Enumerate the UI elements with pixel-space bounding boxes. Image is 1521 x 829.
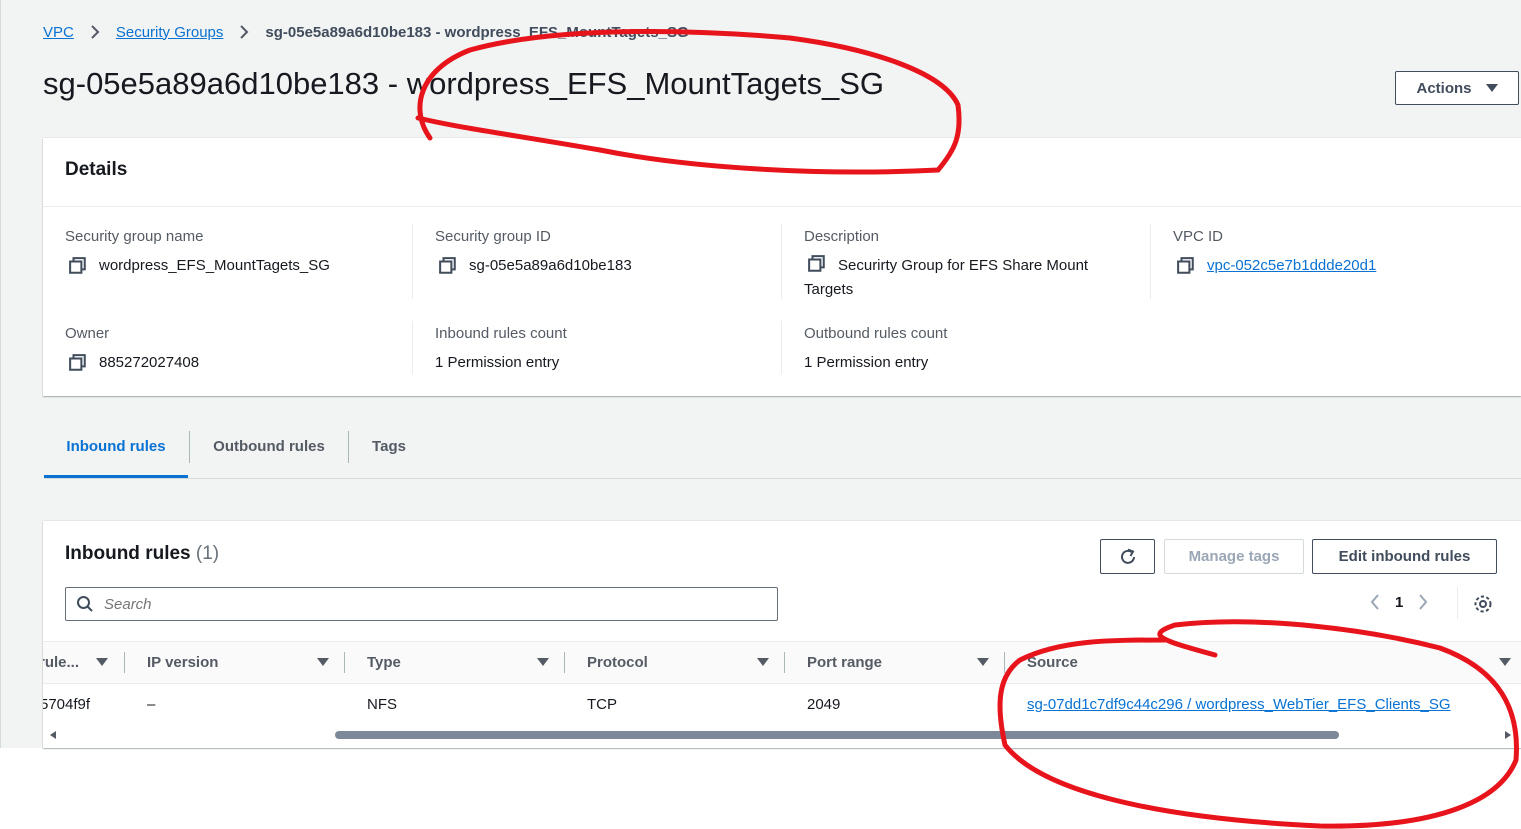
left-edge-divider [0,0,1,748]
description-label: Description [804,228,880,245]
sort-caret-icon[interactable] [537,658,549,666]
manage-tags-button[interactable]: Manage tags [1164,539,1304,574]
sort-caret-icon[interactable] [1499,658,1511,666]
cell-rule-id: 5704f9f [43,696,91,713]
table-row: 5704f9f – NFS TCP 2049 sg-07dd1c7df9c44c… [43,683,1521,727]
column-divider [781,224,782,299]
sort-caret-icon[interactable] [757,658,769,666]
breadcrumb-vpc-link[interactable]: VPC [43,24,74,41]
copy-icon[interactable] [69,257,87,275]
sg-name-value: wordpress_EFS_MountTagets_SG [99,257,330,274]
inbound-count-label: Inbound rules count [435,325,567,342]
sort-caret-icon[interactable] [317,658,329,666]
caret-down-icon [1485,84,1498,92]
scrollbar-thumb[interactable] [335,731,1339,739]
sort-caret-icon[interactable] [977,658,989,666]
search-input[interactable] [102,594,766,614]
tab-outbound-rules[interactable]: Outbound rules [190,424,348,478]
column-divider [1150,224,1151,299]
outbound-count-label: Outbound rules count [804,325,948,342]
horizontal-scrollbar[interactable] [43,728,1521,742]
chevron-right-icon [84,22,106,42]
table-header: rule... IP version Type Protocol Port ra… [43,641,1521,684]
sg-id-field: Security group ID sg-05e5a89a6d10be183 [435,228,632,278]
cell-ip-version: – [147,696,156,713]
column-divider[interactable] [564,652,565,673]
search-icon [77,596,93,612]
sg-id-value: sg-05e5a89a6d10be183 [469,257,632,274]
vpc-id-field: VPC ID vpc-052c5e7b1ddde20d1 [1173,228,1376,278]
vpc-id-label: VPC ID [1173,228,1224,245]
owner-label: Owner [65,325,110,342]
column-header-source[interactable]: Source [1027,642,1078,683]
cell-type: NFS [367,696,397,713]
column-header-rule-id[interactable]: rule... [43,642,79,683]
chevron-right-icon [233,22,255,42]
copy-icon[interactable] [69,354,87,372]
pagination: 1 [1369,593,1429,611]
chevron-right-icon[interactable] [1417,593,1429,611]
actions-button-label: Actions [1416,79,1472,97]
inbound-rules-count: (1) [195,543,220,564]
sg-id-label: Security group ID [435,228,551,245]
sg-name-label: Security group name [65,228,204,245]
scroll-right-icon[interactable] [1505,731,1511,739]
column-divider[interactable] [344,652,345,673]
column-divider [412,321,413,374]
description-field: Description Securirty Group for EFS Shar… [804,228,1124,302]
source-link[interactable]: sg-07dd1c7df9c44c296 / wordpress_WebTier… [1027,696,1451,713]
scroll-left-icon[interactable] [50,731,56,739]
column-divider [781,321,782,374]
details-panel: Details Security group name wordpress_EF… [43,138,1521,396]
cell-protocol: TCP [587,696,617,713]
breadcrumb: VPC Security Groups sg-05e5a89a6d10be183… [43,22,689,42]
outbound-count-field: Outbound rules count 1 Permission entry [804,325,947,375]
tab-bar: Inbound rules Outbound rules Tags [44,424,1521,479]
page-number[interactable]: 1 [1395,594,1403,611]
edit-inbound-rules-button[interactable]: Edit inbound rules [1312,539,1497,574]
sg-name-field: Security group name wordpress_EFS_MountT… [65,228,330,278]
search-field[interactable] [65,587,778,621]
chevron-left-icon[interactable] [1369,593,1381,611]
inbound-rules-heading: Inbound rules (1) [65,543,219,565]
column-header-ip-version[interactable]: IP version [147,642,218,683]
column-header-protocol[interactable]: Protocol [587,642,648,683]
column-divider[interactable] [124,652,125,673]
details-heading: Details [65,159,128,180]
tab-tags[interactable]: Tags [349,424,429,478]
refresh-button[interactable] [1100,539,1155,574]
tab-inbound-rules[interactable]: Inbound rules [44,424,188,478]
description-value: Securirty Group for EFS Share Mount Targ… [804,257,1089,298]
cell-port-range: 2049 [807,696,841,713]
column-header-type[interactable]: Type [367,642,401,683]
column-header-port-range[interactable]: Port range [807,642,882,683]
copy-icon[interactable] [808,255,826,273]
copy-icon[interactable] [439,257,457,275]
column-divider[interactable] [784,652,785,673]
vpc-id-link[interactable]: vpc-052c5e7b1ddde20d1 [1207,254,1376,278]
cell-source: sg-07dd1c7df9c44c296 / wordpress_WebTier… [1027,683,1451,727]
pager-divider [1457,587,1458,619]
breadcrumb-current: sg-05e5a89a6d10be183 - wordpress_EFS_Mou… [265,23,689,41]
inbound-rules-title: Inbound rules [65,543,191,564]
details-header: Details [43,138,1521,207]
owner-field: Owner 885272027408 [65,325,199,375]
actions-button[interactable]: Actions [1395,71,1519,105]
inbound-rules-panel: Inbound rules (1) Manage tags Edit inbou… [43,521,1521,748]
gear-icon[interactable] [1472,593,1494,615]
sort-caret-icon[interactable] [96,658,108,666]
refresh-icon [1120,548,1135,564]
page-title: sg-05e5a89a6d10be183 - wordpress_EFS_Mou… [43,66,884,101]
column-divider [412,224,413,299]
breadcrumb-security-groups-link[interactable]: Security Groups [116,24,224,41]
inbound-count-field: Inbound rules count 1 Permission entry [435,325,567,375]
inbound-count-value: 1 Permission entry [435,354,560,371]
outbound-count-value: 1 Permission entry [804,354,929,371]
owner-value: 885272027408 [99,354,200,371]
copy-icon[interactable] [1177,257,1195,275]
column-divider[interactable] [1004,652,1005,673]
